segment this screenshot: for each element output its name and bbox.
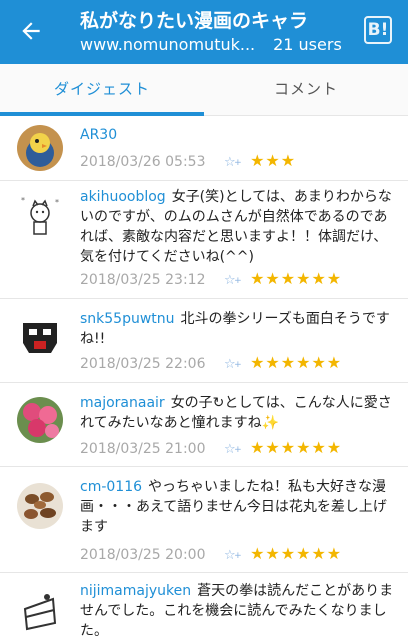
comment-meta: 2018/03/26 05:53 ☆ ★★★	[80, 151, 296, 170]
comment-date: 2018/03/25 21:00	[80, 441, 206, 457]
parakeet-avatar-icon	[17, 125, 63, 171]
list-item[interactable]: majoranaair 女の子↻としては、こんな人に愛されてみたいなあと憧れますね…	[0, 383, 408, 467]
comment-date: 2018/03/25 20:00	[80, 547, 206, 563]
avatar-cake-drawing[interactable]	[17, 589, 63, 635]
add-star-icon[interactable]: ☆	[224, 442, 241, 457]
comment-date: 2018/03/26 05:53	[80, 154, 206, 170]
add-star-icon[interactable]: ☆	[224, 357, 241, 372]
list-item[interactable]: AR30 2018/03/26 05:53 ☆ ★★★	[0, 117, 408, 181]
cat-drawing-avatar-icon: * *	[17, 193, 63, 239]
page-url: www.nomunomutuk...	[80, 35, 256, 54]
svg-text:*: *	[55, 198, 59, 207]
comment-username[interactable]: snk55puwtnu	[80, 311, 175, 327]
page-subtitle: www.nomunomutuk... 21 users	[80, 35, 342, 54]
star-rating: ★★★★★★	[250, 438, 343, 457]
comment-username[interactable]: akihuooblog	[80, 189, 166, 205]
comment-username[interactable]: nijimamajyuken	[80, 583, 191, 599]
add-star-icon[interactable]: ☆	[224, 273, 241, 288]
page-title: 私がなりたい漫画のキャラ	[80, 10, 309, 32]
comment-meta: 2018/03/25 20:00 ☆ ★★★★★★	[80, 544, 342, 563]
hatena-bookmark-button[interactable]: B!	[364, 16, 392, 44]
comment-date: 2018/03/25 23:12	[80, 272, 206, 288]
avatar-roses[interactable]	[17, 397, 63, 443]
add-star-icon[interactable]: ☆	[224, 155, 241, 170]
comment-list[interactable]: AR30 2018/03/26 05:53 ☆ ★★★ ** akihuoobl…	[0, 117, 408, 640]
tab-comments[interactable]: コメント	[204, 64, 408, 116]
list-item[interactable]: * * akihuooblog 女子(笑)としては、あまりわからないのですが、のムの…	[0, 181, 408, 299]
star-rating: ★★★★★★	[250, 353, 343, 372]
users-count[interactable]: 21 users	[273, 35, 342, 54]
avatar-cat-drawing[interactable]: * *	[17, 193, 63, 239]
app-bar: 私がなりたい漫画のキャラ www.nomunomutuk... 21 users…	[0, 0, 408, 64]
add-star-icon[interactable]: ☆	[224, 548, 241, 563]
avatar-parakeet[interactable]	[17, 125, 63, 171]
comment-meta: 2018/03/25 22:06 ☆ ★★★★★★	[80, 353, 342, 372]
list-item[interactable]: cm-0116 やっちゃいましたね！私も大好きな漫画・・・あえて語りません今日は花…	[0, 467, 408, 573]
avatar-nuts[interactable]	[17, 483, 63, 529]
tab-digest[interactable]: ダイジェスト	[0, 64, 204, 116]
cake-drawing-avatar-icon	[17, 589, 63, 635]
svg-text:*: *	[21, 196, 25, 205]
roses-avatar-icon	[17, 397, 63, 443]
star-rating: ★★★	[250, 151, 297, 170]
list-item[interactable]: nijimamajyuken 蒼天の拳は読んだことがありませんでした。これを機会に…	[0, 573, 408, 640]
comment-username[interactable]: AR30	[80, 127, 117, 143]
comment-meta: 2018/03/25 23:12 ☆ ★★★★★★	[80, 269, 342, 288]
list-item[interactable]: snk55puwtnu 北斗の拳シリーズも面白そうですね!! 2018/03/25…	[0, 299, 408, 383]
comment-username[interactable]: cm-0116	[80, 479, 142, 495]
avatar-robot[interactable]	[17, 313, 63, 359]
nuts-avatar-icon	[17, 483, 63, 529]
robot-avatar-icon	[17, 313, 63, 359]
comment-date: 2018/03/25 22:06	[80, 356, 206, 372]
tab-bar: ダイジェスト コメント	[0, 64, 408, 116]
star-rating: ★★★★★★	[250, 544, 343, 563]
back-arrow-icon[interactable]	[18, 18, 44, 44]
comment-meta: 2018/03/25 21:00 ☆ ★★★★★★	[80, 438, 342, 457]
star-rating: ★★★★★★	[250, 269, 343, 288]
comment-username[interactable]: majoranaair	[80, 395, 165, 411]
